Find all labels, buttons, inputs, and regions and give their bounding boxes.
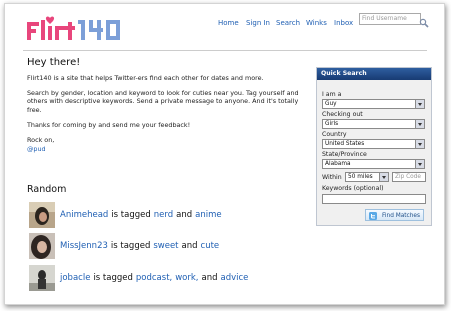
user-avatar[interactable] (29, 265, 55, 291)
find-matches-button[interactable]: Find Matches (365, 209, 424, 221)
checking-out-select[interactable]: Girls (322, 119, 425, 129)
keywords-label: Keywords (optional) (322, 185, 384, 192)
country-select[interactable]: United States (322, 139, 425, 149)
nav-inbox-link[interactable]: Inbox (334, 18, 353, 28)
random-item: Animehead is tagged nerd and anime (29, 202, 222, 228)
and-text: and (181, 241, 198, 251)
header-divider (23, 50, 427, 51)
random-user-link[interactable]: MissJenn23 (60, 241, 108, 251)
tag-link[interactable]: anime (195, 210, 221, 220)
tag-link[interactable]: podcast, (136, 273, 172, 283)
and-text: and (176, 210, 193, 220)
intro-paragraph-3: Thanks for coming by and send me your fe… (27, 120, 191, 129)
state-label: State/Province (322, 151, 367, 158)
tag-link[interactable]: work, (175, 273, 198, 283)
i-am-select[interactable]: Guy (322, 99, 425, 109)
tag-link[interactable]: sweet (153, 241, 178, 251)
chevron-down-icon[interactable] (379, 173, 388, 181)
checking-out-label: Checking out (322, 111, 363, 118)
page-heading: Hey there! (27, 57, 81, 68)
find-matches-label: Find Matches (382, 213, 420, 219)
chevron-down-icon[interactable] (415, 160, 424, 168)
state-select[interactable]: Alabama (322, 159, 425, 169)
and-text: and (201, 273, 218, 283)
distance-value: 50 miles (348, 174, 373, 180)
i-am-value: Guy (325, 101, 337, 107)
random-user-link[interactable]: Animehead (60, 210, 108, 220)
tag-link[interactable]: nerd (154, 210, 173, 220)
within-label: Within (322, 174, 342, 181)
chevron-down-icon[interactable] (415, 140, 424, 148)
is-tagged-text: is tagged (111, 210, 151, 220)
checking-out-value: Girls (325, 121, 339, 127)
browser-page: Home Sign In Search Winks Inbox Find Use… (4, 3, 445, 305)
chevron-down-icon[interactable] (415, 120, 424, 128)
user-avatar[interactable] (29, 233, 55, 259)
tag-link[interactable]: advice (221, 273, 249, 283)
country-label: Country (322, 131, 347, 138)
twitter-bird-icon (369, 212, 377, 220)
zip-code-input[interactable]: Zip Code (392, 172, 426, 182)
find-username-input[interactable]: Find Username (359, 13, 421, 25)
is-tagged-text: is tagged (110, 241, 151, 251)
random-item: jobacle is tagged podcast, work, and adv… (29, 265, 248, 291)
keywords-input[interactable] (322, 194, 426, 204)
nav-search-link[interactable]: Search (276, 18, 300, 28)
nav-sign-in-link[interactable]: Sign In (246, 18, 270, 28)
nav-home-link[interactable]: Home (218, 18, 239, 28)
is-tagged-text: is tagged (93, 273, 133, 283)
user-avatar[interactable] (29, 202, 55, 228)
distance-select[interactable]: 50 miles (345, 172, 389, 182)
i-am-label: I am a (322, 91, 342, 98)
chevron-down-icon[interactable] (415, 100, 424, 108)
intro-section: Hey there! Flirt140 is a site that helps… (27, 57, 312, 153)
tag-link[interactable]: cute (201, 241, 220, 251)
magnifier-search-icon[interactable] (419, 13, 429, 28)
random-user-link[interactable]: jobacle (60, 273, 90, 283)
quick-search-panel: Quick Search I am a Guy Checking out Gir… (316, 67, 432, 226)
intro-paragraph-1: Flirt140 is a site that helps Twitter-er… (27, 73, 264, 82)
quick-search-title: Quick Search (317, 68, 431, 80)
country-value: United States (325, 141, 365, 147)
state-value: Alabama (325, 161, 351, 167)
nav-winks-link[interactable]: Winks (306, 18, 327, 28)
random-item: MissJenn23 is tagged sweet and cute (29, 233, 219, 259)
author-twitter-link[interactable]: @pud (27, 145, 46, 153)
sign-off-text: Rock on, (27, 136, 55, 145)
intro-paragraph-2: Search by gender, location and keyword t… (27, 88, 299, 114)
random-heading: Random (27, 184, 67, 195)
